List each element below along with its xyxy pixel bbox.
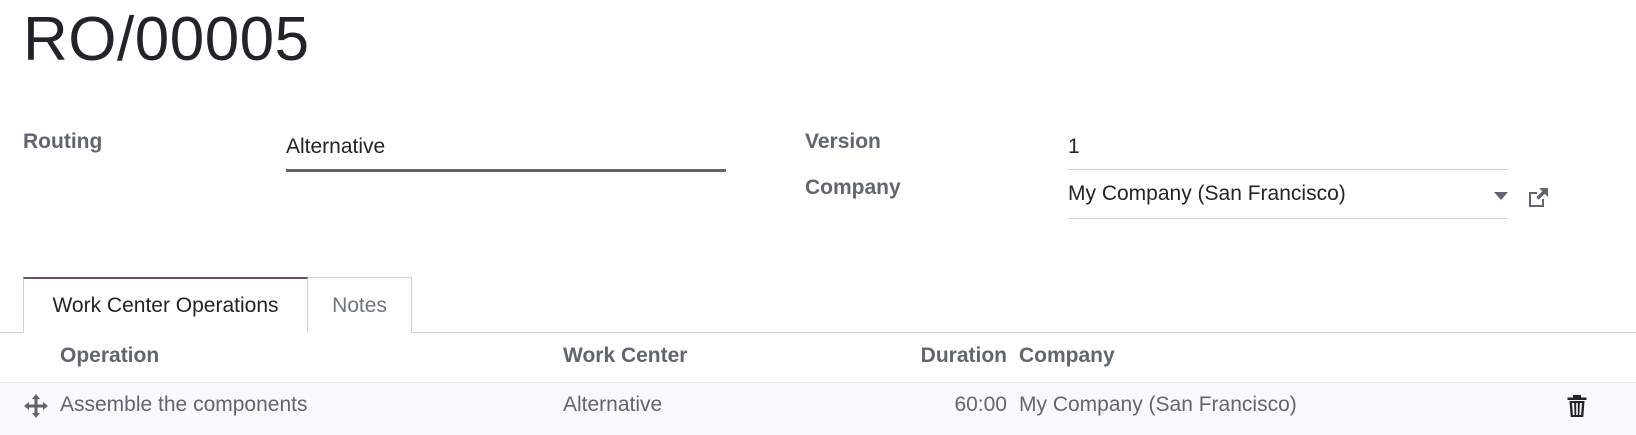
tab-notes[interactable]: Notes	[307, 277, 412, 333]
trash-icon[interactable]	[1566, 394, 1588, 418]
company-value: My Company (San Francisco)	[1068, 182, 1346, 205]
routing-value: Alternative	[286, 135, 386, 158]
record-title: RO/00005	[23, 5, 310, 74]
move-icon[interactable]	[23, 393, 49, 419]
tab-label: Notes	[332, 293, 387, 317]
caret-down-icon[interactable]	[1494, 192, 1508, 200]
routing-label: Routing	[23, 130, 103, 153]
tab-label: Work Center Operations	[52, 293, 279, 317]
cell-company: My Company (San Francisco)	[1019, 393, 1297, 416]
company-label: Company	[805, 176, 901, 199]
version-field[interactable]: 1	[1068, 135, 1508, 170]
column-header-operation[interactable]: Operation	[60, 344, 159, 368]
column-header-company[interactable]: Company	[1019, 344, 1115, 368]
tab-work-center-operations[interactable]: Work Center Operations	[23, 277, 308, 333]
cell-duration: 60:00	[954, 393, 1007, 416]
column-header-work-center[interactable]: Work Center	[563, 344, 687, 368]
company-select[interactable]: My Company (San Francisco)	[1068, 182, 1508, 219]
external-link-icon[interactable]	[1526, 186, 1550, 210]
routing-field[interactable]: Alternative	[286, 135, 726, 172]
version-value: 1	[1068, 135, 1080, 158]
version-label: Version	[805, 130, 881, 153]
cell-work-center: Alternative	[563, 393, 663, 416]
cell-operation: Assemble the components	[60, 393, 308, 416]
column-header-duration[interactable]: Duration	[870, 344, 1007, 368]
